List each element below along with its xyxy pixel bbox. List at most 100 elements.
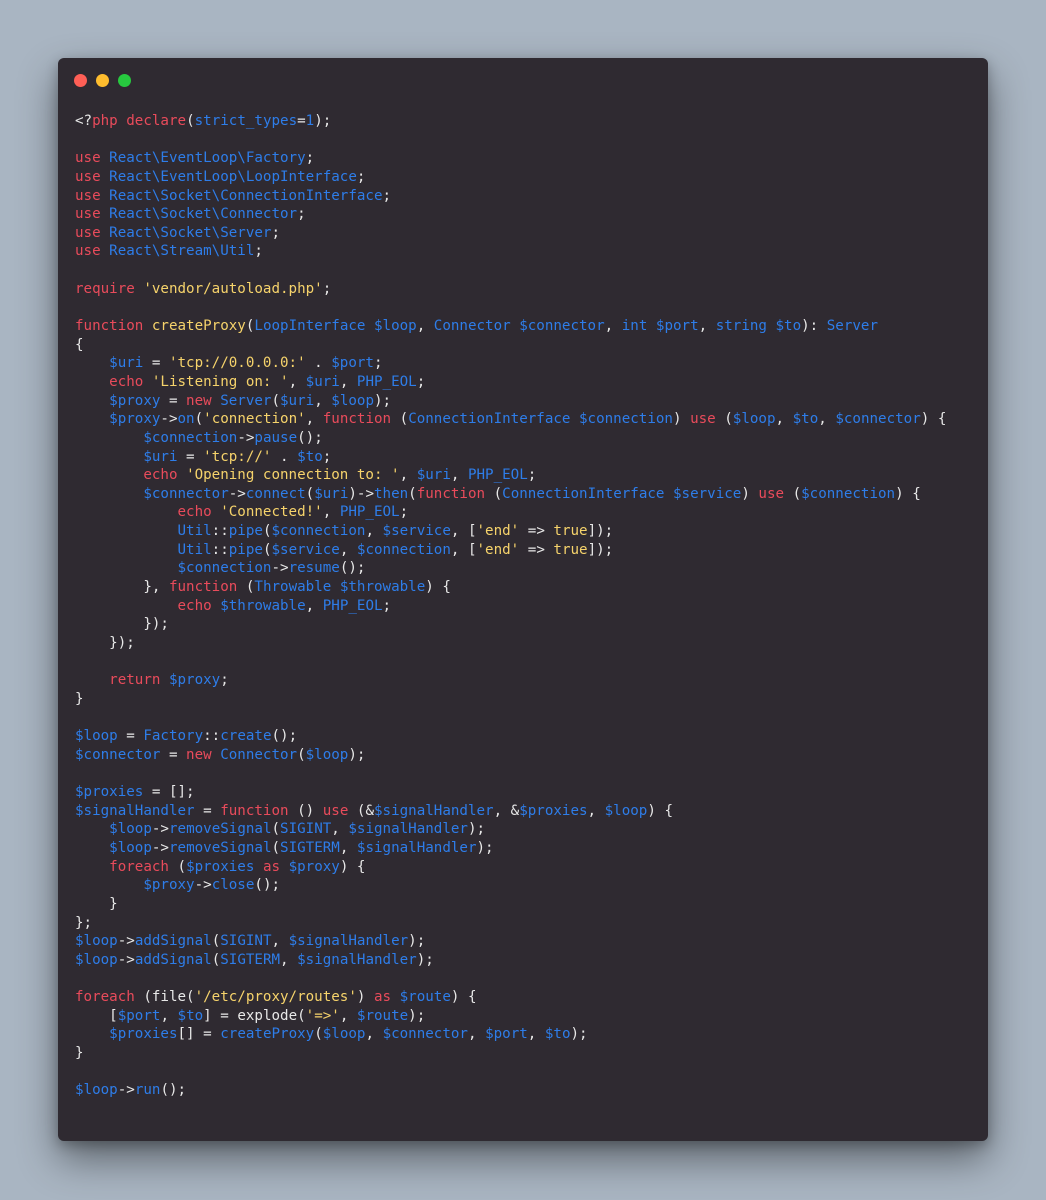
code-line: } bbox=[75, 690, 946, 709]
code-token: = bbox=[117, 728, 144, 745]
code-token: Throwable $throwable bbox=[254, 579, 426, 596]
code-token: (); bbox=[254, 877, 281, 894]
code-line: require 'vendor/autoload.php'; bbox=[75, 280, 946, 299]
code-token: } bbox=[75, 1045, 84, 1062]
code-token: ) bbox=[356, 989, 374, 1006]
code-token: , bbox=[416, 318, 434, 335]
code-token: echo bbox=[177, 597, 212, 614]
code-token: ( bbox=[271, 839, 281, 856]
code-token: $loop bbox=[75, 933, 118, 950]
code-token: }, bbox=[75, 579, 169, 596]
code-token: Server bbox=[220, 392, 272, 409]
code-line: return $proxy; bbox=[75, 671, 946, 690]
code-token: ( bbox=[211, 951, 221, 968]
code-line: $signalHandler = function () use (&$sign… bbox=[75, 802, 946, 821]
code-token: $loop bbox=[109, 839, 152, 856]
code-token: $connection bbox=[271, 523, 366, 540]
code-token: removeSignal bbox=[168, 821, 272, 838]
code-token: -> bbox=[117, 951, 135, 968]
code-line: use React\EventLoop\Factory; bbox=[75, 149, 946, 168]
code-line: echo 'Opening connection to: ', $uri, PH… bbox=[75, 466, 946, 485]
code-token: ]); bbox=[587, 541, 614, 558]
code-token: ( bbox=[784, 485, 802, 502]
code-token: ; bbox=[297, 206, 306, 223]
code-token: , bbox=[339, 839, 357, 856]
code-token: = bbox=[177, 448, 204, 465]
code-token: , bbox=[288, 373, 306, 390]
code-token: 'end' bbox=[476, 541, 520, 558]
code-token: ; bbox=[271, 224, 281, 241]
minimize-dot-icon[interactable] bbox=[96, 74, 109, 87]
code-token: ( bbox=[271, 392, 281, 409]
code-token: . bbox=[271, 448, 298, 465]
code-token: ( bbox=[408, 485, 417, 502]
maximize-dot-icon[interactable] bbox=[118, 74, 131, 87]
code-token: $proxy bbox=[288, 858, 340, 875]
code-token: ); bbox=[374, 392, 392, 409]
code-line: $proxy->close(); bbox=[75, 876, 946, 895]
code-token: ); bbox=[476, 839, 494, 856]
code-token: React\EventLoop\Factory bbox=[109, 150, 306, 167]
code-token: = []; bbox=[143, 784, 195, 801]
code-token: ; bbox=[382, 187, 392, 204]
code-token: ( bbox=[485, 485, 503, 502]
code-token: ); bbox=[467, 821, 486, 838]
code-token: createProxy bbox=[220, 1026, 315, 1043]
code-token: ) { bbox=[339, 858, 366, 875]
code-token: } bbox=[75, 690, 84, 707]
code-token: new bbox=[186, 392, 212, 409]
code-token: $uri bbox=[314, 485, 349, 502]
code-token: $loop bbox=[75, 728, 118, 745]
code-token: , bbox=[271, 933, 289, 950]
code-line: { bbox=[75, 336, 946, 355]
code-token: [ bbox=[75, 1007, 118, 1024]
code-token: close bbox=[211, 877, 255, 894]
code-token: ( bbox=[297, 746, 306, 763]
code-token: , bbox=[365, 523, 383, 540]
code-line: use React\Socket\Server; bbox=[75, 224, 946, 243]
code-token: Server bbox=[826, 318, 878, 335]
close-dot-icon[interactable] bbox=[74, 74, 87, 87]
code-token: => bbox=[519, 523, 554, 540]
code-line: foreach (file('/etc/proxy/routes') as $r… bbox=[75, 988, 946, 1007]
code-token: declare bbox=[126, 113, 187, 129]
code-token: ) { bbox=[895, 485, 921, 502]
code-token: $loop bbox=[322, 1026, 366, 1043]
code-token: $service bbox=[271, 541, 340, 558]
code-token: $loop bbox=[331, 392, 374, 409]
code-token: (file( bbox=[134, 989, 195, 1006]
code-token: , bbox=[339, 541, 357, 558]
code-token: PHP_EOL bbox=[356, 373, 417, 390]
code-token: function bbox=[322, 411, 392, 428]
code-line: }); bbox=[75, 615, 946, 634]
code-token: ] = explode( bbox=[203, 1007, 306, 1024]
code-line: $connector->connect($uri)->then(function… bbox=[75, 485, 946, 504]
code-token: $connection bbox=[143, 429, 238, 446]
code-token: as bbox=[262, 858, 281, 875]
code-token: $port bbox=[331, 355, 374, 372]
code-token: $signalHandler bbox=[356, 839, 477, 856]
code-token: use bbox=[75, 243, 101, 260]
code-token: , bbox=[698, 318, 716, 335]
code-token: = bbox=[160, 392, 187, 409]
code-token: ; bbox=[305, 150, 315, 167]
code-token: $uri bbox=[305, 373, 340, 390]
code-token: $to bbox=[792, 411, 819, 428]
code-token: $signalHandler bbox=[297, 951, 417, 968]
code-token: PHP_EOL bbox=[467, 467, 528, 484]
code-token: ; bbox=[254, 243, 263, 260]
code-token: , bbox=[331, 821, 349, 838]
code-token: then bbox=[374, 485, 409, 502]
code-token: strict_types bbox=[194, 113, 298, 129]
